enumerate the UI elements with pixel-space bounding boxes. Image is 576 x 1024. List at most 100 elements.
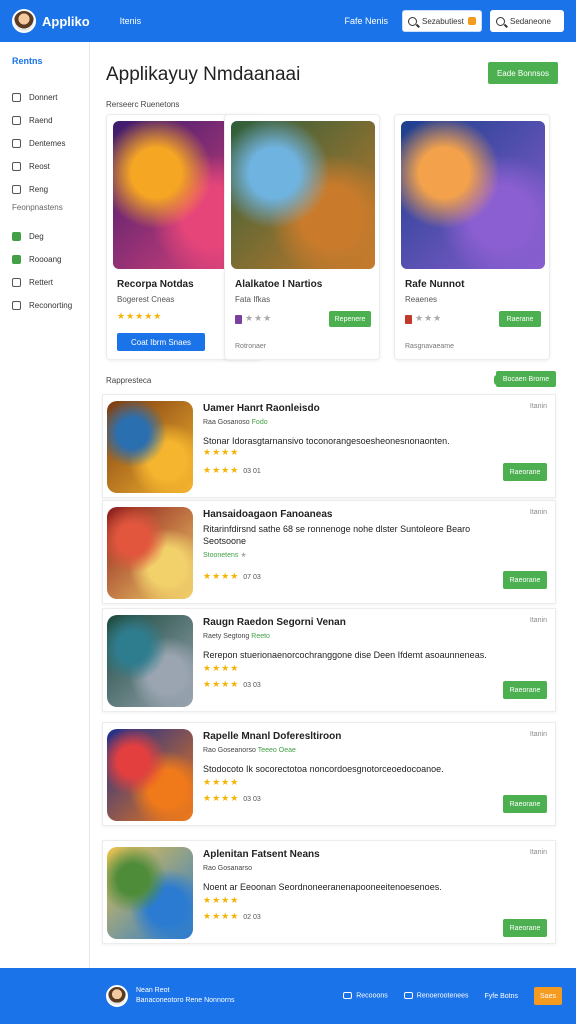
rating-stars: ★★★★ — [203, 663, 240, 673]
search-icon — [408, 16, 417, 26]
sidebar-title[interactable]: Rentns — [12, 56, 89, 66]
meta-text: Rao Gosanarso — [203, 865, 253, 872]
footer-sub: Banaconeotoro Rene Nonnorns — [136, 997, 235, 1004]
featured-action-button[interactable]: Coat Ibrm Snaes — [117, 333, 205, 351]
rating-stars: ★★★★ — [203, 571, 240, 581]
nav-link[interactable]: Itenis — [120, 16, 142, 26]
featured-action-button[interactable]: Raerane — [499, 311, 541, 327]
rating-stars: ★★★★ — [203, 895, 240, 905]
app-icon — [235, 315, 242, 324]
calendar-icon — [12, 139, 21, 148]
avatar[interactable] — [106, 985, 128, 1007]
list-item[interactable]: Raugn Raedon Segorni Venan Raety Segtong… — [102, 608, 556, 712]
info-icon — [12, 278, 21, 287]
rating-count: 03 03 — [243, 796, 261, 803]
sidebar-item-label: Raend — [29, 116, 53, 125]
rating-count: 03 01 — [243, 468, 261, 475]
game-description: Stodocoto Ik socorectotoa noncordoesgnot… — [203, 764, 444, 774]
footer-bar: Nean Reot Banaconeotoro Rene Nonnorns Re… — [0, 968, 576, 1024]
featured-card[interactable]: Alalkatoe I Nartios Fata Ifkas ★★★ Repen… — [224, 114, 380, 360]
sidebar-item[interactable]: Deg — [12, 225, 89, 248]
footer-profile: Nean Reot Banaconeotoro Rene Nonnorns — [136, 986, 234, 1006]
notification-badge — [468, 17, 476, 25]
meta-tag: Fodo — [251, 419, 268, 426]
install-button[interactable]: Raeorane — [503, 463, 547, 481]
game-title: Hansaidoagaon Fanoaneas — [203, 509, 333, 520]
install-button[interactable]: Raeorane — [503, 795, 547, 813]
sidebar-item[interactable]: Reng — [12, 178, 89, 201]
mail-icon — [343, 992, 353, 1000]
sidebar-item-label: Reconorting — [29, 301, 73, 310]
row-tag: Itanin — [529, 617, 547, 624]
featured-section-label: Rerseerc Ruenetons — [106, 100, 180, 109]
footer-action-button[interactable]: Saes — [534, 987, 562, 1005]
install-button[interactable]: Raeorane — [503, 571, 547, 589]
top-bar: Applikо Itenis Fafe Nenis Sezabutiest Se… — [0, 0, 576, 42]
install-button[interactable]: Raeorane — [503, 919, 547, 937]
sidebar-item[interactable]: Reconorting — [12, 294, 89, 317]
featured-footer-text: Rotronaer — [235, 343, 267, 350]
game-title: Aplenitan Fatsent Neans — [203, 849, 320, 860]
list-item[interactable]: Uamer Hanrt Raonleisdo Raa Gosanoso Fodo… — [102, 394, 556, 498]
game-thumbnail — [107, 507, 193, 599]
featured-footer-text: Rasgnavaeame — [405, 343, 455, 350]
rating-stars-row: ★★★★ 03 03 — [203, 793, 261, 804]
primary-cta-button[interactable]: Eade Bonnsos — [488, 62, 558, 84]
list-item[interactable]: Rapelle Mnanl Doferesltiroon Rao Goseano… — [102, 722, 556, 826]
signin-label: Sedaneone — [510, 16, 551, 26]
row-tag: Itanin — [529, 849, 547, 856]
signin-button[interactable]: Sedaneone — [490, 10, 564, 32]
sidebar-item[interactable]: Reost — [12, 155, 89, 178]
app-name[interactable]: Applikо — [42, 14, 90, 29]
meta-text: Raa Gosanoso — [203, 419, 250, 426]
featured-game-name: Alalkatoe I Nartios — [235, 279, 323, 290]
search-icon — [496, 16, 505, 26]
sidebar-item-label: Deg — [29, 232, 44, 241]
app-icon — [405, 315, 412, 324]
game-meta: Rao Goseanorso Teeeo Oeae — [203, 747, 296, 754]
rating-stars-row: ★★★★ 07 03 — [203, 571, 261, 582]
app-logo[interactable] — [12, 9, 36, 33]
list-item[interactable]: Aplenitan Fatsent Neans Rao Gosanarso No… — [102, 840, 556, 944]
recommended-button[interactable]: Bocaen Brome — [496, 371, 556, 387]
sidebar-item[interactable]: Donnert — [12, 86, 89, 109]
rating-stars: ★★★★ — [203, 679, 240, 689]
footer-name: Nean Reot — [136, 987, 170, 994]
list-icon — [12, 185, 21, 194]
install-button[interactable]: Raeorane — [503, 681, 547, 699]
footer-link[interactable]: Recooons — [343, 992, 388, 1000]
featured-game-name: Rafe Nunnot — [405, 279, 465, 290]
rating-stars: ★★★★ — [203, 447, 240, 457]
settings-icon — [12, 301, 21, 310]
search-placeholder: Sezabutiest — [422, 16, 464, 26]
rating-count: 02 03 — [243, 914, 261, 921]
meta-tag: Reeto — [251, 633, 270, 640]
footer-link-label: Renoerootenees — [416, 992, 469, 1000]
doc-icon — [12, 162, 21, 171]
nav-link-right[interactable]: Fafe Nenis — [344, 16, 388, 26]
featured-action-button[interactable]: Repenere — [329, 311, 371, 327]
list-item[interactable]: Hansaidoagaon Fanoaneas Ritarinfdirsnd s… — [102, 500, 556, 604]
settings-icon — [403, 992, 413, 1000]
featured-game-sub: Fata Ifkas — [235, 295, 271, 304]
sidebar-item[interactable]: Roooang — [12, 248, 89, 271]
sidebar-item-label: Donnert — [29, 93, 58, 102]
game-meta: Raety Segtong Reeto — [203, 633, 270, 640]
footer-link[interactable]: Renoerootenees — [403, 992, 469, 1000]
game-thumbnail — [107, 729, 193, 821]
sidebar-item-label: Reost — [29, 162, 50, 171]
featured-game-image — [231, 121, 375, 269]
search-input[interactable]: Sezabutiest — [402, 10, 482, 32]
sidebar-item[interactable]: Rettert — [12, 271, 89, 294]
featured-game-sub: Bogerest Cneas — [117, 295, 175, 304]
chat-icon — [12, 232, 21, 241]
sidebar-section-label: Feonpnastens — [12, 203, 63, 212]
sidebar-item[interactable]: Dentemes — [12, 132, 89, 155]
row-tag: Itanin — [529, 403, 547, 410]
featured-game-image — [401, 121, 545, 269]
sidebar-item[interactable]: Raend — [12, 109, 89, 132]
footer-link[interactable]: Fyfe Botns — [485, 993, 518, 1000]
game-meta: Rao Gosanarso — [203, 865, 252, 872]
footer-links: Recooons Renoerootenees Fyfe Botns Saes — [343, 987, 562, 1005]
featured-card[interactable]: Rafe Nunnot Reaenes ★★★ Raerane Rasgnava… — [394, 114, 550, 360]
